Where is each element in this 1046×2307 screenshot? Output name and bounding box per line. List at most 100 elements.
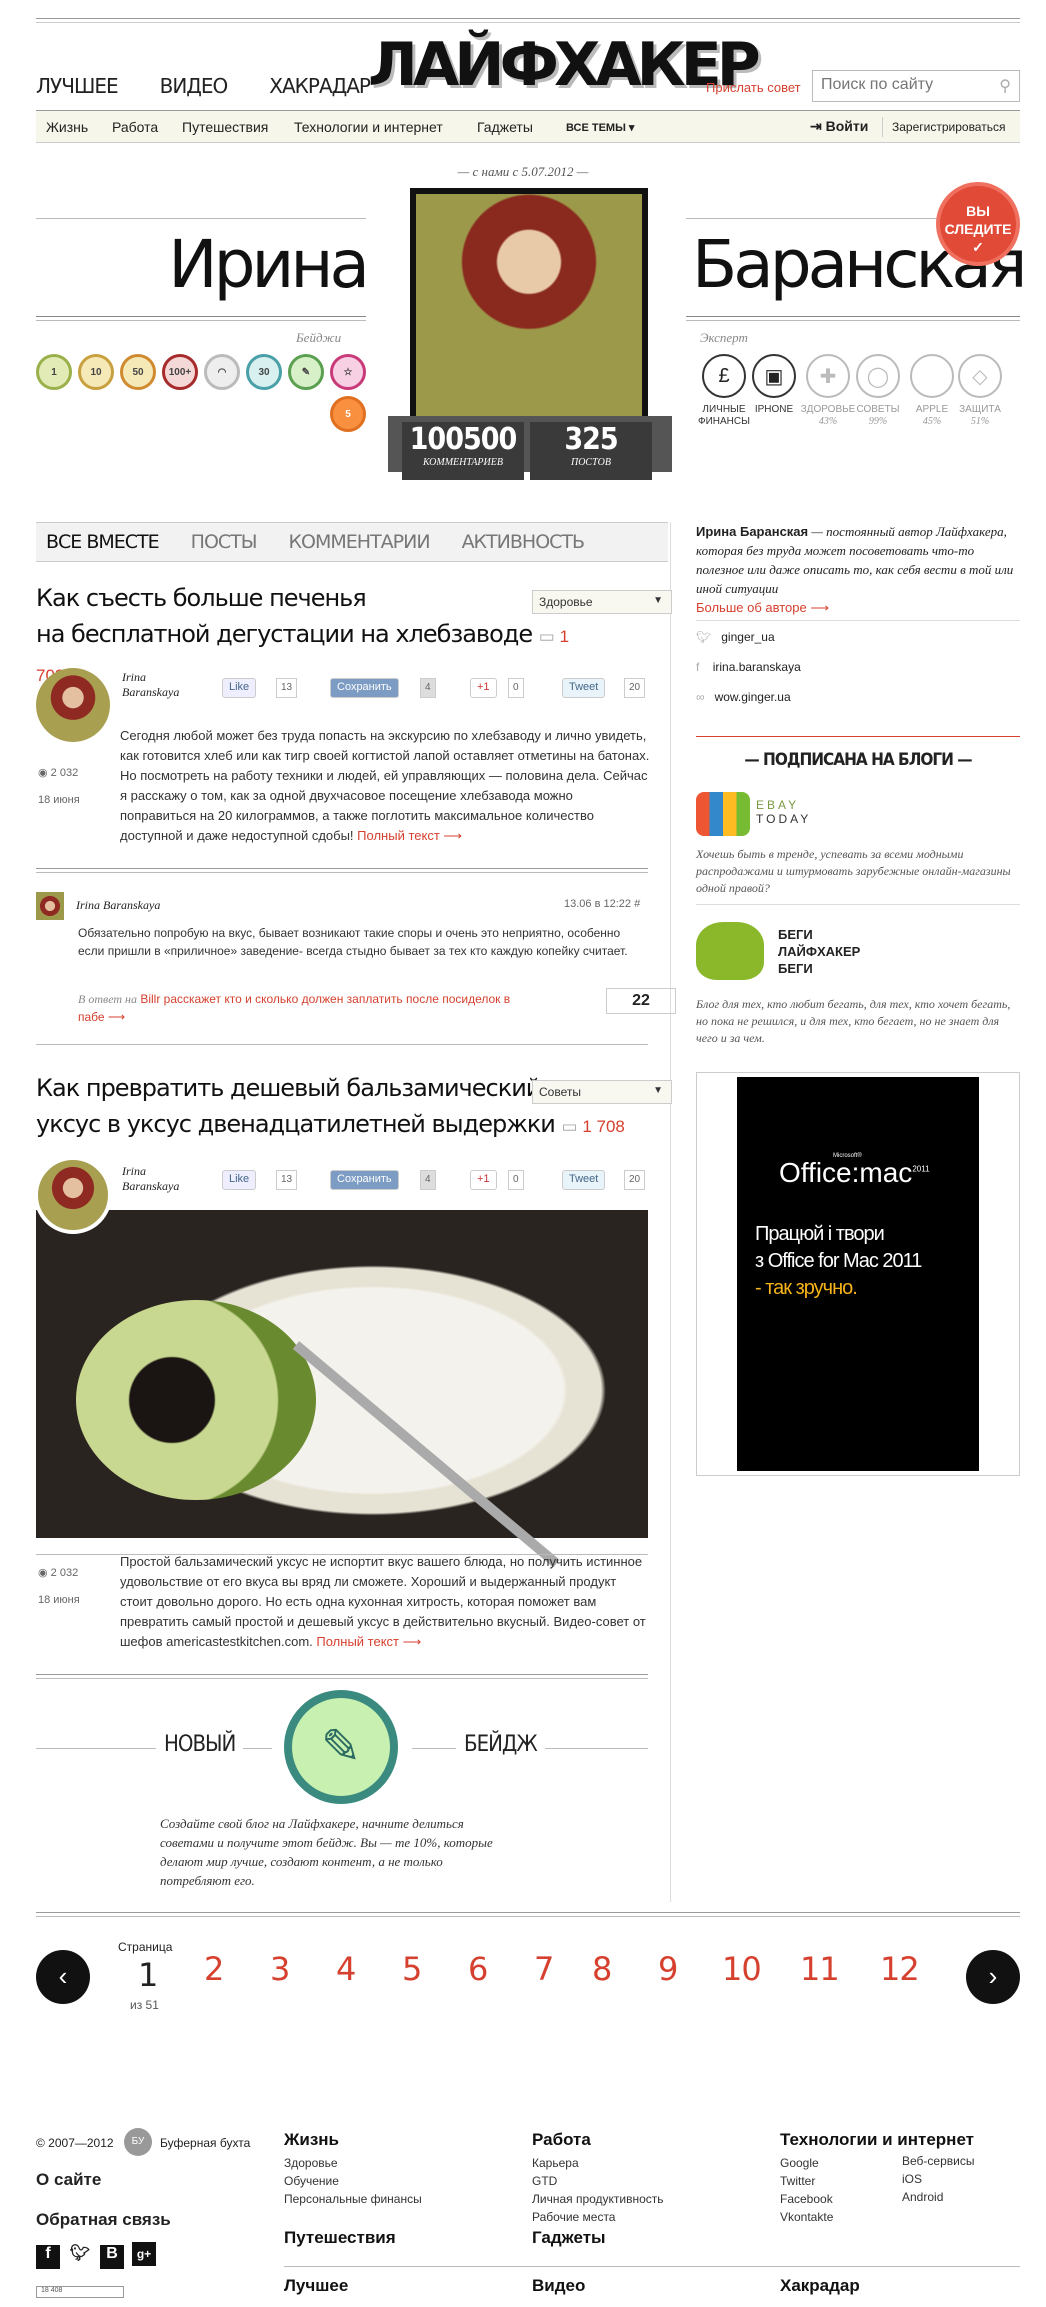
page-9[interactable]: 9 — [658, 1950, 678, 1988]
page-7[interactable]: 7 — [534, 1950, 554, 1988]
cat-work[interactable]: Работа — [112, 119, 158, 135]
comment-date[interactable]: 13.06 в 12:22 # — [564, 898, 640, 910]
page-4[interactable]: 4 — [336, 1950, 356, 1988]
running-logo[interactable] — [696, 922, 764, 980]
post2-author-avatar[interactable] — [34, 1156, 112, 1234]
cat-travel[interactable]: Путешествия — [182, 119, 268, 135]
newbadge-icon[interactable]: ✎ — [284, 1690, 398, 1804]
tips-icon[interactable]: ◯ — [856, 354, 900, 398]
page-6[interactable]: 6 — [468, 1950, 488, 1988]
cat-life[interactable]: Жизнь — [46, 119, 88, 135]
vk-icon[interactable]: В — [100, 2245, 124, 2269]
post2-image[interactable] — [36, 1210, 648, 1568]
login-button[interactable]: ⇥ Войти — [810, 118, 868, 135]
badge-headphones[interactable]: ◠ — [204, 354, 240, 390]
post2-like-button[interactable]: Like — [222, 1170, 257, 1190]
post2-plus-button[interactable]: +1 — [470, 1170, 497, 1190]
footer-travel[interactable]: Путешествия — [284, 2228, 396, 2252]
page-12[interactable]: 12 — [880, 1950, 920, 1988]
comment-avatar[interactable] — [36, 892, 64, 920]
post1-more-link[interactable]: Полный текст ⟶ — [357, 828, 462, 843]
running-title[interactable]: БЕГИ ЛАЙФХАКЕР БЕГИ — [778, 926, 860, 977]
facebook-icon[interactable]: f — [36, 2245, 60, 2269]
health-icon[interactable]: ✚ — [806, 354, 850, 398]
post1-title[interactable]: Как съесть больше печенья на бесплатной д… — [36, 580, 596, 694]
cat-gadgets[interactable]: Гаджеты — [477, 119, 533, 135]
comment-votes[interactable]: 22 — [606, 988, 676, 1014]
post2-save-button[interactable]: Сохранить — [330, 1170, 399, 1190]
social-icons: f 🐦︎ Вg+ — [36, 2242, 156, 2269]
post2-category-select[interactable]: Советы ▼ — [532, 1080, 672, 1104]
twitter-link[interactable]: 🐦︎ ginger_ua — [696, 630, 775, 644]
nav-hackradar[interactable]: ХАКРАДАР — [269, 74, 371, 98]
badge-50[interactable]: 50 — [120, 354, 156, 390]
ebay-title[interactable]: EBAY TODAY — [756, 798, 811, 826]
tab-all[interactable]: ВСЕ ВМЕСТЕ — [46, 531, 160, 553]
badge-5[interactable]: 5 — [330, 396, 366, 432]
finance-icon[interactable]: £ — [702, 354, 746, 398]
footer-video[interactable]: Видео — [532, 2276, 585, 2300]
badge-10[interactable]: 10 — [78, 354, 114, 390]
following-badge[interactable]: ВЫ СЛЕДИТЕ ✓ — [940, 186, 1016, 262]
page-2[interactable]: 2 — [204, 1950, 224, 1988]
buffer-link[interactable]: Буферная бухта — [160, 2136, 250, 2150]
badge-star[interactable]: ☆ — [330, 354, 366, 390]
post1-save-button[interactable]: Сохранить — [330, 678, 399, 698]
post1-category-select[interactable]: Здоровье ▼ — [532, 590, 672, 614]
page-11[interactable]: 11 — [800, 1950, 840, 1988]
post2-comments[interactable]: ▭ 1 708 — [562, 1117, 625, 1136]
post2-more-link[interactable]: Полный текст ⟶ — [316, 1634, 421, 1649]
iphone-icon[interactable]: ▣ — [752, 354, 796, 398]
about-link[interactable]: О сайте — [36, 2170, 101, 2190]
feedback-link[interactable]: Обратная связь — [36, 2210, 171, 2230]
badge-100[interactable]: 100+ — [162, 354, 198, 390]
badge-1[interactable]: 1 — [36, 354, 72, 390]
next-page-button[interactable]: › — [966, 1950, 1020, 2004]
website-link[interactable]: ∞ wow.ginger.ua — [696, 690, 791, 704]
footer-hackradar[interactable]: Хакрадар — [780, 2276, 860, 2300]
googleplus-icon[interactable]: g+ — [132, 2242, 156, 2266]
post1-author[interactable]: Irina Baranskaya — [122, 670, 179, 700]
site-logo[interactable]: ЛАЙФХАКЕР — [368, 30, 761, 100]
apple-icon[interactable] — [910, 354, 954, 398]
shield-icon[interactable]: ◇ — [958, 354, 1002, 398]
tab-posts[interactable]: ПОСТЫ — [191, 531, 258, 553]
nav-video[interactable]: ВИДЕО — [160, 74, 229, 98]
badge-pencil[interactable]: ✎ — [288, 354, 324, 390]
footer-gadgets[interactable]: Гаджеты — [532, 2228, 606, 2252]
tab-comments[interactable]: КОММЕНТАРИИ — [289, 531, 431, 553]
page-8[interactable]: 8 — [592, 1950, 612, 1988]
category-bar: Жизнь Работа Путешествия Технологии и ин… — [36, 110, 1020, 143]
tab-activity[interactable]: АКТИВНОСТЬ — [462, 531, 585, 553]
footer-best[interactable]: Лучшее — [284, 2276, 348, 2300]
posts-stat[interactable]: 325 ПОСТОВ — [530, 422, 652, 480]
comment-author[interactable]: Irina Baranskaya — [76, 898, 160, 913]
page-10[interactable]: 10 — [722, 1950, 762, 1988]
search-icon[interactable]: ⚲ — [999, 76, 1011, 96]
cat-all[interactable]: ВСЕ ТЕМЫ ▾ — [566, 121, 634, 134]
post1-like-button[interactable]: Like — [222, 678, 257, 698]
badge-30[interactable]: 30 — [246, 354, 282, 390]
twitter-icon[interactable]: 🐦︎ — [68, 2243, 92, 2267]
ad-banner[interactable]: Microsoft® Office:mac2011 Працюй і твори… — [696, 1072, 1020, 1476]
post1-author-avatar[interactable] — [36, 668, 110, 742]
search-input[interactable] — [813, 71, 983, 99]
facebook-link[interactable]: f irina.baranskaya — [696, 660, 801, 674]
chevron-down-icon: ▼ — [653, 1085, 663, 1096]
cat-tech[interactable]: Технологии и интернет — [294, 119, 443, 135]
buffer-logo[interactable]: БУ — [124, 2128, 152, 2156]
submit-tip-link[interactable]: Прислать совет — [706, 80, 801, 95]
ebay-logo[interactable] — [696, 792, 750, 836]
nav-best[interactable]: ЛУЧШЕЕ — [36, 74, 119, 98]
comment-reply-link[interactable]: Billr расскажет кто и сколько должен зап… — [78, 992, 510, 1024]
comments-stat[interactable]: 100500 КОММЕНТАРИЕВ — [402, 422, 524, 480]
post1-plus-button[interactable]: +1 — [470, 678, 497, 698]
prev-page-button[interactable]: ‹ — [36, 1950, 90, 2004]
post2-tweet-button[interactable]: Tweet — [562, 1170, 606, 1190]
post2-author[interactable]: Irina Baranskaya — [122, 1164, 179, 1194]
page-5[interactable]: 5 — [402, 1950, 422, 1988]
register-link[interactable]: Зарегистрироваться — [892, 120, 1005, 134]
about-author-link[interactable]: Больше об авторе ⟶ — [696, 600, 829, 615]
page-3[interactable]: 3 — [270, 1950, 290, 1988]
post1-tweet-button[interactable]: Tweet — [562, 678, 606, 698]
